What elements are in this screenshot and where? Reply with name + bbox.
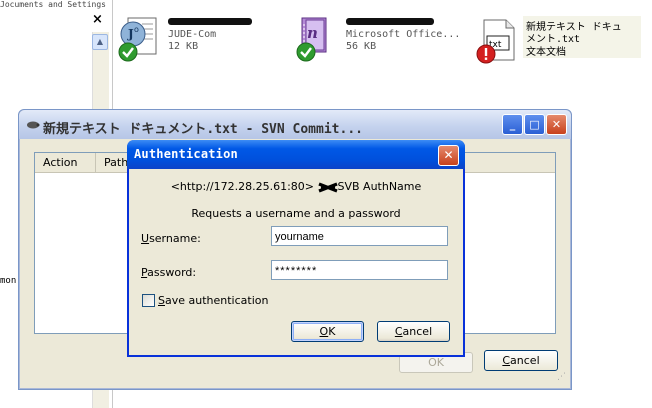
resize-grip[interactable]: ⋰ — [557, 372, 569, 384]
username-label: Username: — [141, 232, 201, 245]
file-item-jude[interactable]: J o JUDE-Com 12 KB — [118, 16, 278, 62]
svg-text:J: J — [127, 27, 134, 41]
pane-close-button[interactable]: × — [92, 12, 103, 27]
dialog-close-button[interactable]: ✕ — [438, 145, 459, 166]
redaction-scribble-icon — [317, 182, 338, 192]
scroll-up-button[interactable]: ▲ — [92, 34, 108, 50]
window-close-button[interactable]: ✕ — [546, 114, 567, 135]
realm-line: <http://172.28.25.61:80> SVB AuthName — [129, 180, 463, 193]
redacted-filename-mark — [346, 18, 434, 25]
password-label: Password: — [141, 266, 197, 279]
svn-normal-overlay-icon — [296, 42, 316, 62]
authentication-dialog: Authentication ✕ <http://172.28.25.61:80… — [127, 140, 465, 357]
file-size: 56 KB — [346, 41, 377, 52]
window-titlebar[interactable]: 新規テキスト ドキュメント.txt - SVN Commit... _ □ ✕ — [19, 110, 571, 139]
folder-pane-header: Jocuments and Settings — [0, 0, 106, 9]
realm-url: <http://172.28.25.61:80> — [170, 180, 314, 193]
realm-name: SVB AuthName — [337, 180, 422, 193]
minimize-button[interactable]: _ — [502, 114, 523, 135]
column-action[interactable]: Action — [35, 153, 96, 172]
auth-cancel-button[interactable]: Cancel — [377, 321, 450, 342]
svg-text:n: n — [307, 24, 318, 42]
file-item-office[interactable]: n Microsoft Office... 56 KB — [296, 16, 476, 62]
file-size: 12 KB — [168, 41, 199, 52]
svg-text:o: o — [134, 25, 139, 34]
commit-cancel-button[interactable]: Cancel — [484, 350, 558, 371]
window-title: 新規テキスト ドキュメント.txt - SVN Commit... — [43, 122, 363, 137]
maximize-button[interactable]: □ — [524, 114, 545, 135]
save-authentication-label[interactable]: Save authentication — [158, 294, 268, 307]
svn-conflict-overlay-icon — [476, 44, 496, 64]
file-type: Microsoft Office... — [346, 29, 461, 40]
save-authentication-checkbox[interactable] — [142, 294, 155, 307]
svn-normal-overlay-icon — [118, 42, 138, 62]
auth-ok-button[interactable]: OK — [291, 321, 364, 342]
file-type: JUDE-Com — [168, 29, 217, 40]
auth-prompt: Requests a username and a password — [191, 207, 401, 220]
file-type: 文本文档 — [526, 47, 566, 58]
password-field[interactable]: ******** — [271, 260, 448, 280]
redacted-filename-mark — [168, 18, 252, 25]
tortoisesvn-icon — [27, 121, 40, 129]
file-item-txt[interactable]: txt 新規テキスト ドキュ メント.txt 文本文档 — [476, 18, 646, 64]
username-field[interactable]: yourname — [271, 226, 448, 246]
dialog-titlebar[interactable]: Authentication ✕ — [127, 140, 465, 169]
dialog-title: Authentication — [134, 147, 238, 161]
